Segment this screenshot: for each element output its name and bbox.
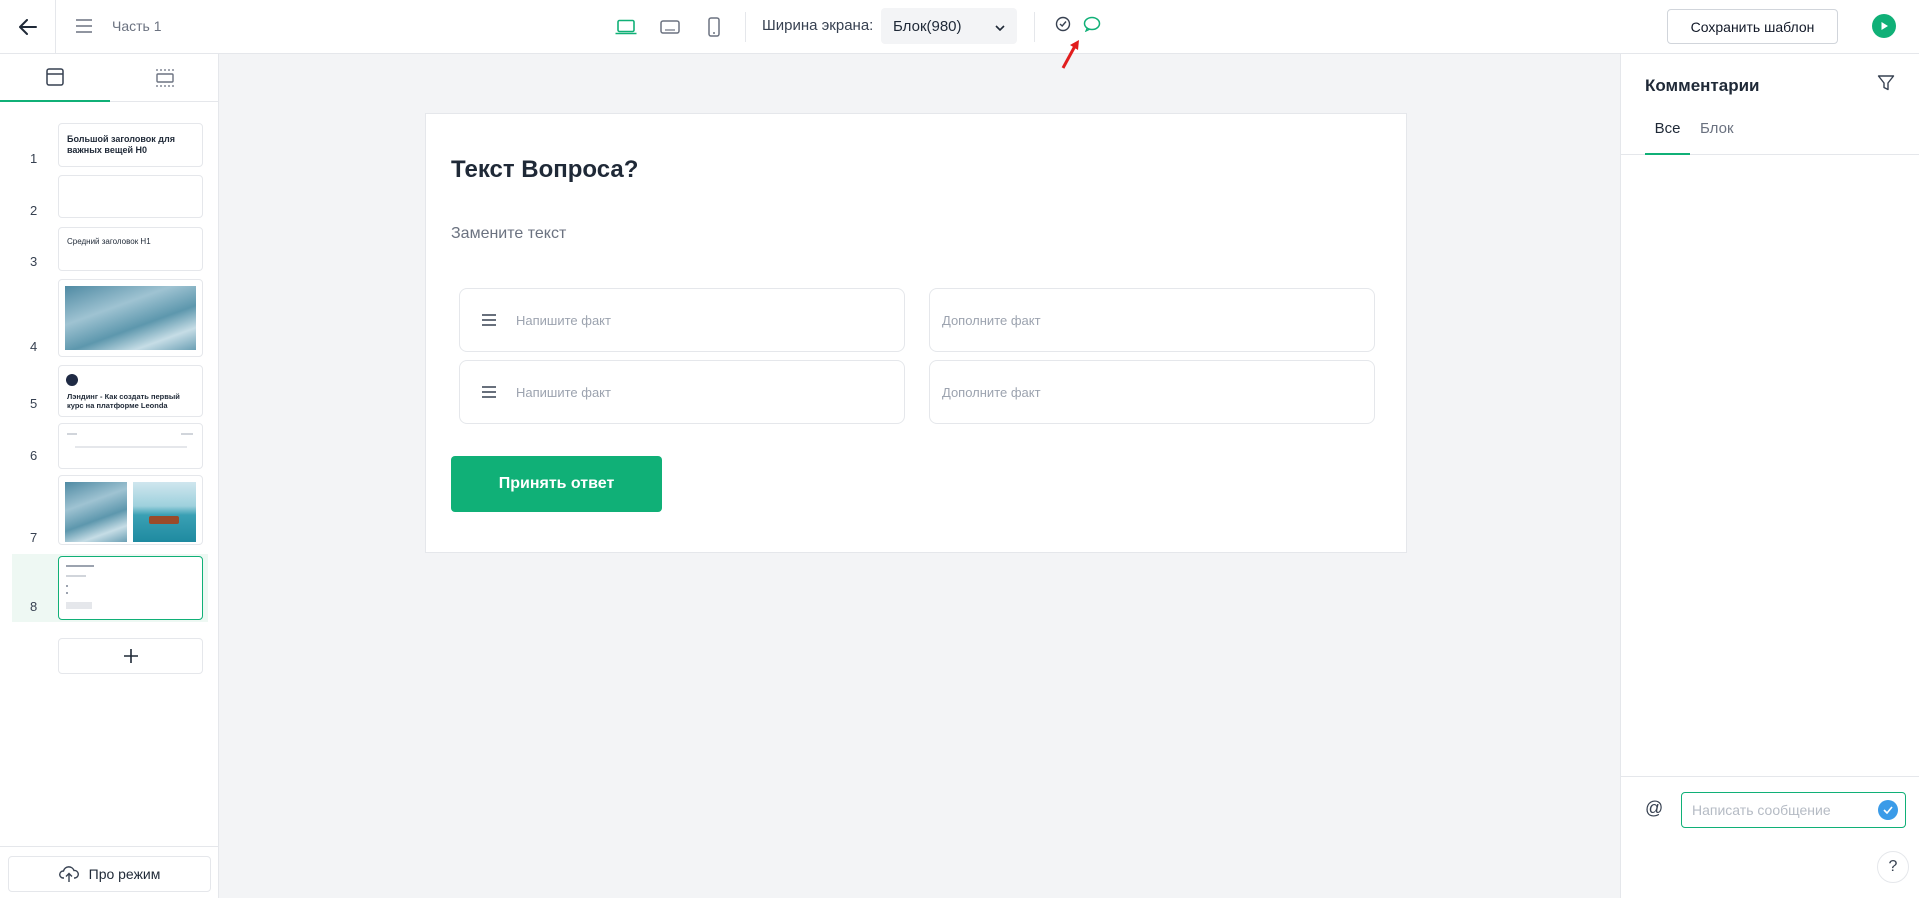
block-icon: [156, 69, 174, 87]
fact-left-field[interactable]: Напишите факт: [459, 360, 905, 424]
comments-panel: Комментарии Все Блок @ ?: [1620, 54, 1919, 898]
slide-thumbnail[interactable]: Большой заголовок для важных вещей H0: [58, 123, 203, 167]
divider: [1034, 12, 1035, 42]
divider: [0, 846, 219, 847]
slides-sidebar: 1 Большой заголовок для важных вещей H0 …: [0, 54, 219, 898]
sea-boat-image: [133, 482, 196, 542]
drag-handle-icon[interactable]: [482, 313, 496, 331]
help-button[interactable]: ?: [1877, 851, 1909, 883]
slide-number: 3: [30, 254, 38, 269]
slide-thumbnail[interactable]: Средний заголовок H1: [58, 227, 203, 271]
check-circle-icon[interactable]: [1055, 16, 1071, 37]
tab-slides[interactable]: [0, 54, 110, 102]
slide-thumbnail[interactable]: [58, 475, 203, 545]
slide-number: 7: [30, 530, 38, 545]
slide-number: 2: [30, 203, 38, 218]
comment-input[interactable]: [1681, 792, 1906, 828]
red-arrow-annotation: [1060, 38, 1082, 75]
fact-left-placeholder: Напишите факт: [516, 313, 611, 328]
tab-block[interactable]: Блок: [1700, 120, 1734, 155]
fact-right-placeholder: Дополните факт: [942, 313, 1041, 328]
comments-title: Комментарии: [1645, 76, 1760, 95]
page-title: Часть 1: [112, 18, 162, 34]
add-slide-button[interactable]: [58, 638, 203, 674]
tab-all[interactable]: Все: [1645, 120, 1690, 155]
question-title[interactable]: Текст Вопроса?: [451, 156, 638, 184]
fact-left-placeholder: Напишите факт: [516, 385, 611, 400]
sky-image: [65, 286, 196, 350]
divider: [1621, 776, 1919, 777]
slide-number: 4: [30, 339, 38, 354]
fact-right-field[interactable]: Дополните факт: [929, 288, 1375, 352]
slide-thumb-text: Лэндинг - Как создать первый курс на пла…: [67, 392, 180, 410]
comment-icon[interactable]: [1083, 16, 1101, 37]
play-icon[interactable]: [1872, 14, 1896, 38]
question-subtitle[interactable]: Замените текст: [451, 225, 566, 243]
slide-thumbnail[interactable]: [58, 556, 203, 620]
avatar: [66, 374, 78, 386]
screen-width-value: Блок(980): [893, 17, 962, 35]
slide-number: 1: [30, 151, 38, 166]
fact-right-placeholder: Дополните факт: [942, 385, 1041, 400]
divider: [745, 12, 746, 42]
quiz-block-canvas: Текст Вопроса? Замените текст Напишите ф…: [425, 113, 1407, 553]
screen-width-select[interactable]: Блок(980): [881, 8, 1017, 44]
sidebar-tabs: [0, 54, 219, 102]
slide-thumbnail[interactable]: [58, 279, 203, 357]
layout-icon: [46, 68, 64, 86]
pro-mode-label: Про режим: [88, 866, 161, 882]
slide-thumbnail[interactable]: [58, 175, 203, 218]
cloud-upload-icon: [58, 866, 79, 882]
laptop-icon[interactable]: [612, 13, 640, 41]
tablet-landscape-icon[interactable]: [656, 13, 684, 41]
slide-thumb-text: Средний заголовок H1: [67, 237, 151, 246]
fact-right-field[interactable]: Дополните факт: [929, 360, 1375, 424]
slide-thumbnail[interactable]: [58, 423, 203, 469]
slide-number: 6: [30, 448, 38, 463]
pro-mode-button[interactable]: Про режим: [8, 856, 211, 892]
phone-icon[interactable]: [700, 13, 728, 41]
send-check-icon[interactable]: [1878, 800, 1898, 820]
slide-number: 8: [30, 599, 38, 614]
menu-icon[interactable]: [72, 14, 96, 38]
chevron-down-icon: [995, 18, 1005, 35]
top-bar: Часть 1 Ширина экрана: Блок(980) Сохрани…: [0, 0, 1919, 69]
fact-left-field[interactable]: Напишите факт: [459, 288, 905, 352]
mention-button[interactable]: @: [1645, 798, 1663, 819]
back-arrow-icon[interactable]: [12, 12, 44, 42]
slide-number: 5: [30, 396, 38, 411]
screen-width-label: Ширина экрана:: [762, 17, 874, 34]
divider: [55, 0, 56, 54]
filter-icon[interactable]: [1877, 74, 1895, 97]
tab-blocks[interactable]: [110, 54, 220, 102]
slide-thumbnail[interactable]: Лэндинг - Как создать первый курс на пла…: [58, 365, 203, 417]
sky-image: [65, 482, 127, 542]
plus-icon: [123, 649, 138, 663]
slide-thumb-text: Большой заголовок для важных вещей H0: [67, 134, 175, 155]
save-template-button[interactable]: Сохранить шаблон: [1667, 9, 1838, 44]
drag-handle-icon[interactable]: [482, 385, 496, 403]
accept-answer-button[interactable]: Принять ответ: [451, 456, 662, 512]
